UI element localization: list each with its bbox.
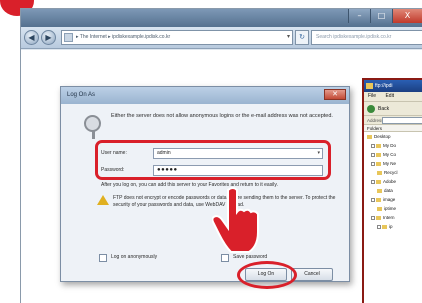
expand-icon[interactable] (371, 143, 375, 148)
expand-icon[interactable] (371, 152, 375, 157)
close-button[interactable]: X (392, 9, 422, 23)
tree-item-label: Desktop (374, 134, 391, 139)
navigation-bar: ◀ ▶ ▸ The Internet ▸ ipdiskexample.ipdis… (21, 27, 422, 49)
tree-item[interactable]: My Do (371, 142, 396, 150)
recycle-bin-icon (377, 170, 382, 175)
folder-icon (377, 206, 382, 211)
computer-icon (376, 152, 381, 157)
desktop-icon (367, 134, 372, 139)
folder-icon (376, 197, 381, 202)
internet-icon (376, 215, 381, 220)
tree-item[interactable]: My Co (371, 151, 396, 159)
pointer-hand-icon (212, 187, 259, 253)
ftp-titlebar: ftp://ipdi (364, 80, 422, 92)
menu-item-file[interactable]: File (368, 93, 376, 99)
tree-item-label: iptime (384, 206, 397, 211)
log-on-as-dialog: Log On As ✕ Either the server does not a… (60, 86, 350, 289)
highlight-box (95, 140, 331, 180)
browser-titlebar: – □ X (21, 9, 422, 27)
dialog-title: Log On As (61, 87, 349, 104)
expand-icon[interactable] (377, 224, 381, 229)
anonymous-label: Log on anonymously (111, 254, 158, 260)
ftp-menu-bar: File Edit (364, 92, 422, 101)
tree-item-label: Recycl (384, 170, 398, 175)
tree-item-label: ip (389, 224, 393, 229)
tree-item[interactable]: My Ne (371, 160, 396, 168)
tree-item-label: Intern (383, 215, 395, 220)
folder-icon (377, 188, 382, 193)
back-button[interactable]: ◀ (24, 30, 39, 45)
address-text: ▸ The Internet ▸ ipdiskexample.ipdisk.co… (76, 34, 171, 40)
tree-item-label: My Do (383, 143, 397, 148)
search-input[interactable]: Search ipdiskexample.ipdisk.co.kr (311, 30, 422, 45)
highlight-circle (237, 261, 297, 289)
ftp-address-row: Address (364, 115, 422, 124)
dialog-close-button[interactable]: ✕ (324, 89, 346, 100)
tree-item[interactable]: data (377, 187, 393, 195)
maximize-button[interactable]: □ (370, 9, 392, 23)
window-controls: – □ X (348, 9, 422, 23)
ftp-toolbar: Back (364, 101, 422, 115)
expand-icon[interactable] (371, 161, 375, 166)
tree-item-label: My Co (383, 152, 397, 157)
chevron-down-icon[interactable]: ▾ (287, 31, 290, 44)
expand-icon[interactable] (371, 215, 375, 220)
tree-item-label: My Ne (383, 161, 397, 166)
expand-icon[interactable] (371, 179, 375, 184)
folder-icon (366, 83, 373, 89)
ftp-explorer-window: ftp://ipdi File Edit Back Address Folder… (362, 78, 422, 303)
folder-icon (376, 143, 381, 148)
tree-item[interactable]: iptime (377, 205, 396, 213)
ftp-address-input[interactable] (382, 117, 422, 124)
tree-item-label: image (383, 197, 396, 202)
page-icon (64, 33, 73, 42)
expand-icon[interactable] (371, 197, 375, 202)
back-arrow-icon[interactable] (367, 105, 375, 113)
tree-item-label: data (384, 188, 393, 193)
anonymous-checkbox[interactable] (99, 254, 107, 262)
network-icon (376, 161, 381, 166)
tree-item[interactable]: Desktop (367, 133, 391, 141)
address-bar[interactable]: ▸ The Internet ▸ ipdiskexample.ipdisk.co… (61, 30, 293, 45)
cancel-button[interactable]: Cancel (291, 268, 333, 281)
forward-button[interactable]: ▶ (41, 30, 56, 45)
dialog-message: Either the server does not allow anonymo… (111, 113, 333, 119)
menu-item-edit[interactable]: Edit (385, 93, 394, 99)
tree-item[interactable]: Adobe (371, 178, 396, 186)
folder-icon (376, 179, 381, 184)
tree-item[interactable]: Intern (371, 214, 395, 222)
keys-icon (84, 115, 101, 139)
tree-item[interactable]: image (371, 196, 395, 204)
tree-item[interactable]: ip (377, 223, 393, 231)
minimize-button[interactable]: – (348, 9, 370, 23)
warning-icon (97, 195, 109, 205)
globe-icon (382, 224, 387, 229)
tree-item[interactable]: Recycl (377, 169, 398, 177)
ftp-back-label[interactable]: Back (378, 106, 389, 112)
folders-header: Folders (364, 124, 422, 132)
ftp-title-text: ftp://ipdi (375, 83, 393, 89)
tree-item-label: Adobe (383, 179, 397, 184)
refresh-button[interactable]: ↻ (295, 30, 309, 45)
